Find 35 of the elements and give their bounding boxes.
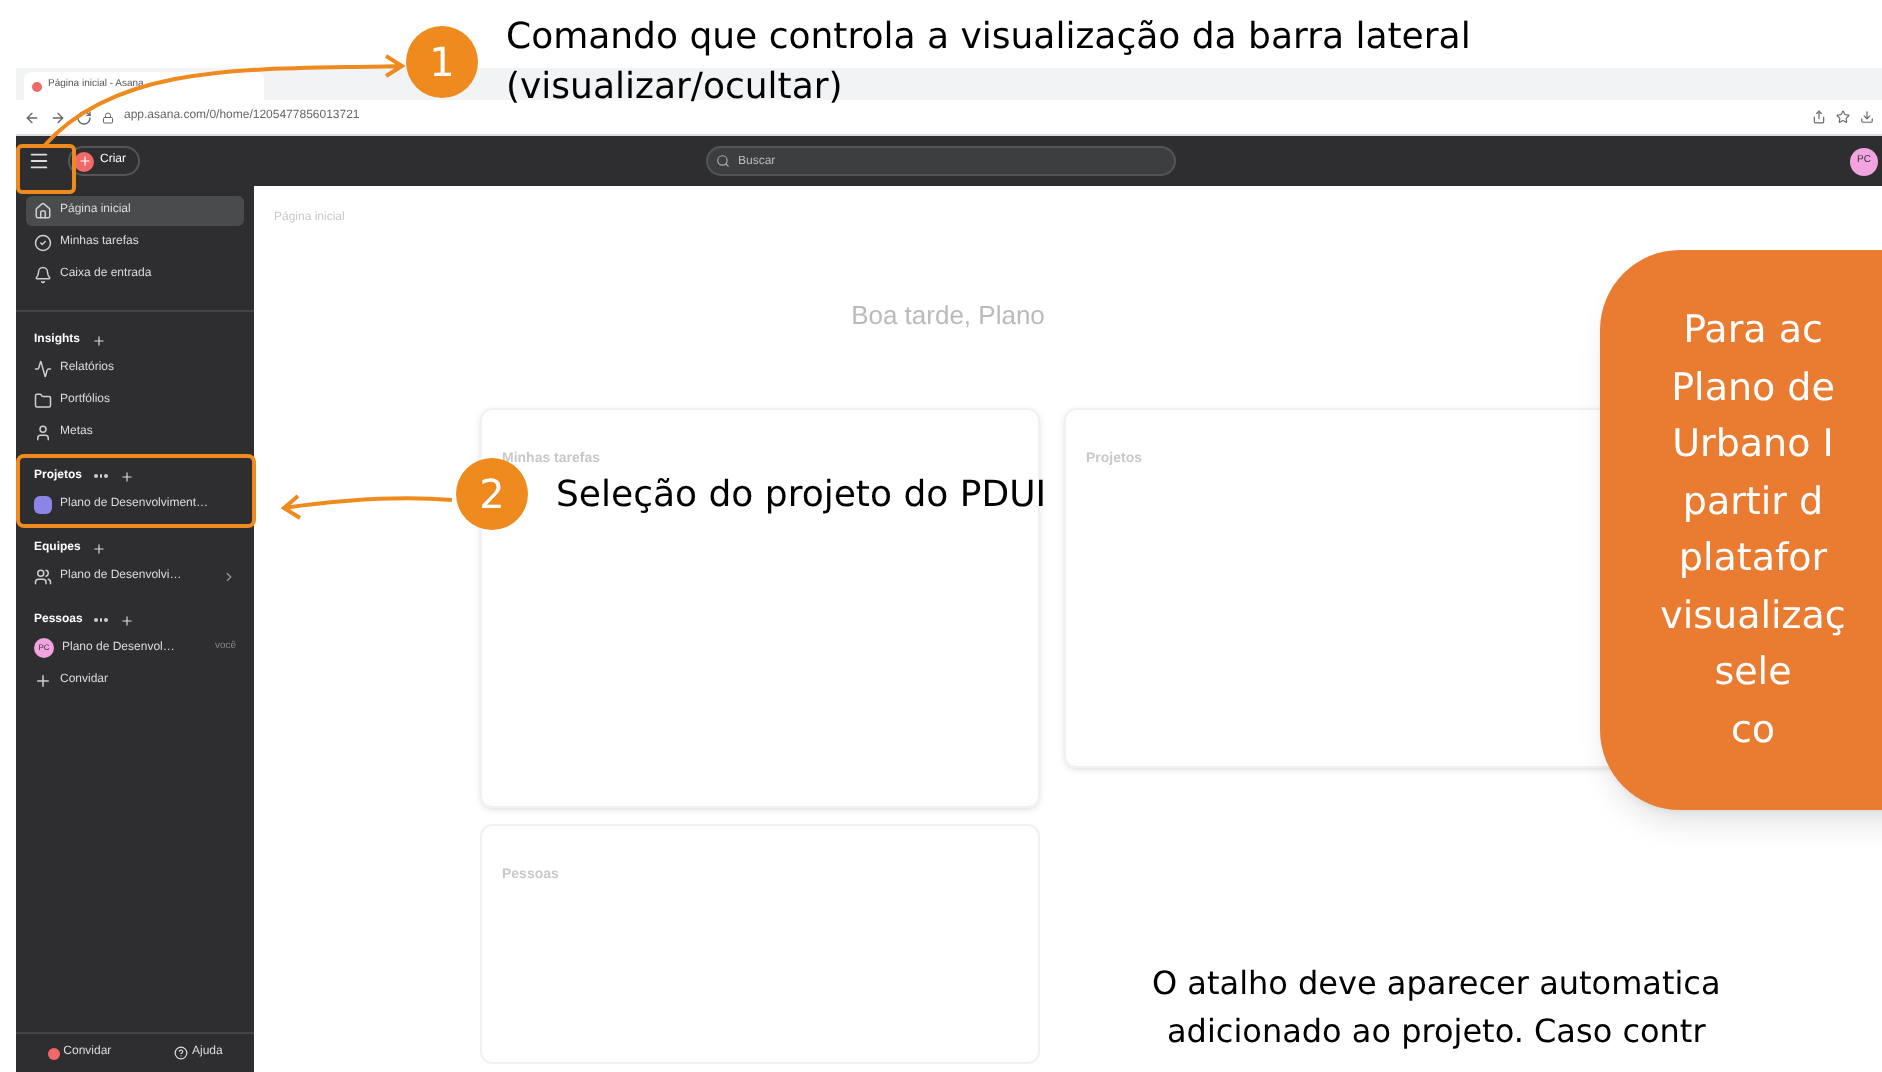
download-icon[interactable] [1860,110,1874,124]
check-circle-icon [34,234,52,252]
add-icon[interactable] [119,613,134,627]
add-icon[interactable] [92,333,107,347]
line-chart-icon [34,359,52,377]
people-icon [34,567,52,585]
share-icon[interactable] [1812,110,1826,124]
lock-icon [102,111,114,123]
plus-icon [34,671,52,689]
menu-icon[interactable] [28,150,50,172]
highlight-frame [16,144,76,194]
annotation-text: Seleção do projeto do PDUI [556,471,1047,519]
back-icon[interactable] [24,109,40,125]
more-icon[interactable] [94,473,108,479]
more-icon[interactable] [94,617,108,623]
greeting-text: Boa tarde, Plano [851,298,1045,334]
logo-icon [32,81,42,91]
reload-icon[interactable] [76,109,92,125]
plus-icon [74,151,94,171]
project-icon [34,495,52,513]
star-icon[interactable] [1836,110,1850,124]
bell-icon [34,266,52,284]
note-text: O atalho deve aparecer automatica adicionado ao projeto. Caso contr [1152,962,1721,1054]
help-icon [173,1046,188,1060]
search-icon [716,154,730,168]
add-icon[interactable] [92,541,107,555]
callout-bubble: Para ac Plano de Urbano I partir d platafor visualizaç sele co [1600,250,1882,810]
annotation-text: Comando que controla a visualização da barra lateral (visualizar/ocultar) [506,14,1471,112]
folder-icon [34,391,52,409]
step-number-badge: 1 [406,26,478,98]
add-icon[interactable] [119,469,134,483]
home-icon [34,202,52,220]
logo-icon [47,1047,60,1059]
forward-icon[interactable] [50,109,66,125]
person-icon [34,423,52,441]
